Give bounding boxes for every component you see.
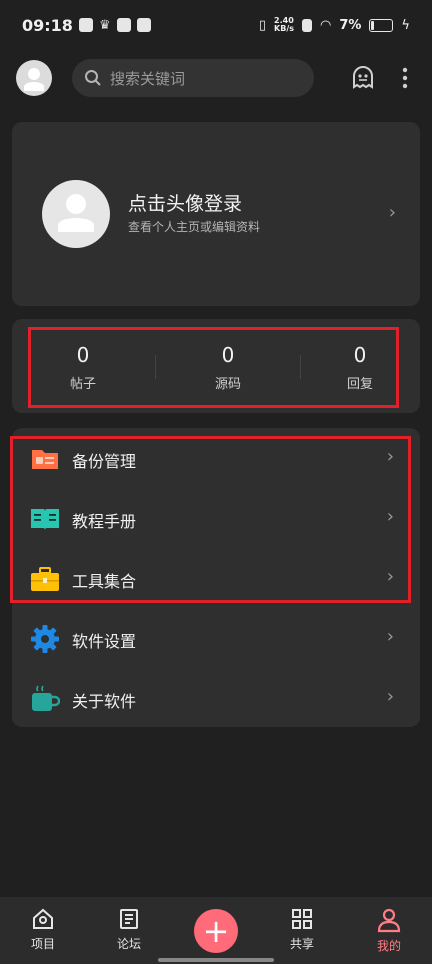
stat-divider: [300, 355, 301, 379]
profile-avatar-body: [58, 218, 94, 232]
person-icon: [377, 908, 401, 933]
chevron-right-icon: ›: [386, 446, 394, 467]
menu-item-backup[interactable]: 备份管理 ›: [12, 431, 420, 487]
chevron-right-icon: ›: [386, 626, 394, 647]
nav-share[interactable]: 共享: [272, 907, 332, 952]
chevron-right-icon: ›: [386, 566, 394, 587]
stat-value: 0: [76, 343, 90, 367]
avatar-head-shape: [28, 68, 40, 80]
menu-item-tools[interactable]: 工具集合 ›: [12, 551, 420, 607]
crown-icon: ♛: [98, 17, 111, 33]
more-vertical-icon[interactable]: [402, 67, 408, 89]
menu-label: 教程手册: [72, 512, 137, 531]
status-left: 09:18 ♛: [22, 16, 151, 35]
document-icon: [120, 909, 138, 929]
chevron-right-icon: ›: [386, 686, 394, 707]
nav-label: 我的: [376, 939, 401, 953]
notification-icon: [78, 18, 93, 32]
gear-icon: [31, 625, 59, 653]
nav-mine[interactable]: 我的: [359, 907, 419, 954]
chevron-right-icon: ›: [388, 202, 396, 223]
plus-icon: +: [202, 912, 230, 950]
menu-item-about[interactable]: 关于软件 ›: [12, 671, 420, 727]
search-icon: [85, 70, 101, 86]
book-icon: [31, 509, 59, 530]
profile-subtitle: 查看个人主页或编辑资料: [128, 220, 261, 234]
top-bar: 搜索关键词: [0, 50, 432, 106]
coffee-cup-icon: [32, 685, 60, 711]
menu-label: 工具集合: [72, 572, 137, 591]
add-button[interactable]: +: [194, 909, 238, 953]
nav-projects[interactable]: 项目: [13, 907, 73, 952]
nav-label: 论坛: [116, 937, 141, 951]
nav-label: 项目: [30, 937, 55, 951]
wifi-icon: ◠: [320, 17, 332, 33]
search-placeholder: 搜索关键词: [110, 69, 186, 88]
vibrate-icon: ▯: [258, 17, 267, 33]
network-speed: 2.40 KB/s: [274, 16, 294, 33]
menu-item-tutorial[interactable]: 教程手册 ›: [12, 491, 420, 547]
top-actions: [350, 65, 416, 91]
profile-avatar[interactable]: [42, 180, 110, 248]
toolbox-icon: [31, 567, 59, 591]
menu-label: 备份管理: [72, 452, 137, 471]
status-right: ▯ 2.40 KB/s ◠ 7% ϟ: [259, 17, 410, 33]
profile-avatar-head: [66, 194, 86, 214]
chevron-right-icon: ›: [386, 506, 394, 527]
status-bar: 09:18 ♛ ▯ 2.40 KB/s ◠ 7% ϟ: [0, 0, 432, 50]
status-time: 09:18: [22, 15, 73, 35]
grid-icon: [292, 909, 312, 929]
stats-card: 0 帖子 0 源码 0 回复: [12, 319, 420, 413]
nav-label: 共享: [289, 937, 314, 951]
stat-divider: [155, 355, 156, 379]
profile-card[interactable]: 点击头像登录 查看个人主页或编辑资料 ›: [12, 122, 420, 306]
stat-label: 源码: [214, 377, 241, 392]
user-avatar[interactable]: [16, 60, 52, 96]
stat-value: 0: [353, 343, 367, 367]
menu-label: 关于软件: [72, 692, 137, 711]
menu-label: 软件设置: [72, 632, 137, 651]
stat-replies[interactable]: 0 回复: [310, 343, 410, 392]
stat-label: 回复: [346, 377, 373, 392]
menu-item-settings[interactable]: 软件设置 ›: [12, 611, 420, 667]
search-input[interactable]: 搜索关键词: [72, 59, 314, 97]
folder-backup-icon: [32, 450, 58, 469]
nav-forum[interactable]: 论坛: [99, 907, 159, 952]
stat-value: 0: [221, 343, 235, 367]
stat-label: 帖子: [69, 377, 96, 392]
battery-icon: [369, 18, 394, 32]
sim-icon: [302, 18, 312, 32]
ghost-icon[interactable]: [350, 65, 376, 91]
charging-icon: ϟ: [401, 17, 410, 33]
battery-percent: 7%: [339, 17, 362, 33]
login-prompt[interactable]: 点击头像登录: [128, 189, 242, 216]
menu-card: 备份管理 › 教程手册 › 工具集合 › 软件设置 › 关于软件 ›: [12, 428, 420, 727]
message-icon: [116, 18, 131, 32]
home-icon: [33, 908, 53, 929]
avatar-body-shape: [24, 82, 44, 91]
app-icon: [136, 18, 151, 32]
stat-source[interactable]: 0 源码: [178, 343, 278, 392]
stat-posts[interactable]: 0 帖子: [33, 343, 133, 392]
home-indicator: [158, 958, 274, 962]
